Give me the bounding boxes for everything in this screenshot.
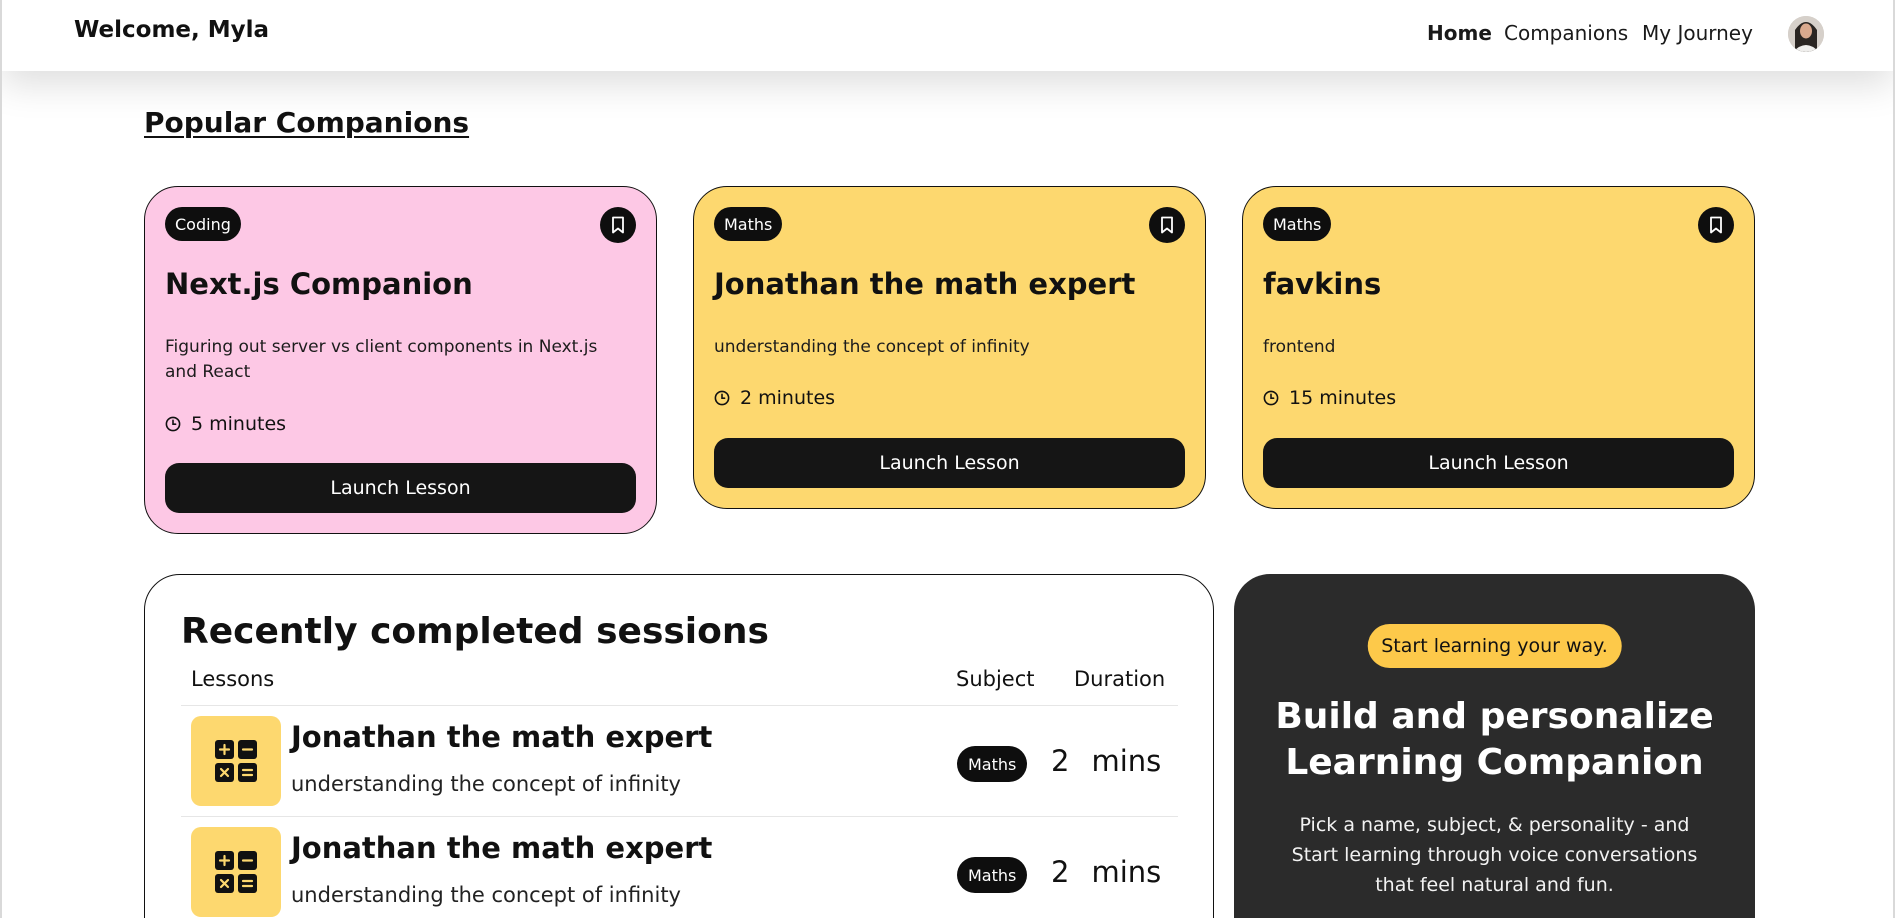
companion-duration: 5 minutes: [165, 413, 286, 435]
app-window: Welcome, Myla Home Companions My Journey…: [0, 0, 1895, 918]
companion-name: Jonathan the math expert: [714, 267, 1136, 301]
bookmark-button[interactable]: [1698, 207, 1734, 243]
companion-name: Next.js Companion: [165, 267, 473, 301]
companion-duration: 15 minutes: [1263, 387, 1396, 409]
session-duration-unit: mins: [1091, 855, 1162, 889]
session-duration-unit: mins: [1091, 744, 1162, 778]
duration-text: 5 minutes: [191, 413, 287, 435]
subject-column-header: Subject: [956, 667, 1035, 691]
avatar-photo-icon: [1788, 16, 1824, 52]
bookmark-icon: [1710, 216, 1722, 234]
cta-badge: Start learning your way.: [1367, 624, 1622, 668]
session-duration-value: 2: [1051, 855, 1070, 889]
duration-column-header: Duration: [1074, 667, 1166, 691]
companion-topic: frontend: [1263, 337, 1336, 357]
clock-icon: [1263, 390, 1279, 406]
popular-companions-title: Popular Companions: [144, 106, 470, 139]
duration-text: 15 minutes: [1289, 387, 1397, 409]
bookmark-button[interactable]: [600, 207, 636, 243]
session-topic: understanding the concept of infinity: [291, 772, 681, 796]
launch-lesson-button[interactable]: Launch Lesson: [1263, 438, 1734, 488]
session-subject-badge: Maths: [957, 857, 1028, 893]
session-subject-badge: Maths: [957, 746, 1028, 782]
user-avatar[interactable]: [1788, 16, 1824, 52]
subject-badge: Maths: [714, 207, 783, 241]
session-topic: understanding the concept of infinity: [291, 883, 681, 907]
session-duration: 2 mins: [1051, 855, 1161, 889]
companion-topic: Figuring out server vs client components…: [165, 337, 598, 382]
duration-text: 2 minutes: [740, 387, 836, 409]
cta-title-line: Build and personalize: [1275, 696, 1714, 737]
session-duration-value: 2: [1051, 744, 1070, 778]
bookmark-icon: [1161, 216, 1173, 234]
companion-card: Maths favkins frontend 15 minutes Launch…: [1242, 186, 1755, 509]
session-row[interactable]: Jonathan the math expert understanding t…: [181, 817, 1178, 918]
nav-companions-link[interactable]: Companions: [1504, 21, 1628, 45]
welcome-greeting: Welcome, Myla: [74, 17, 270, 43]
calculator-icon: [191, 716, 281, 806]
clock-icon: [714, 390, 730, 406]
recent-sessions-panel: Recently completed sessions Lessons Subj…: [144, 574, 1214, 918]
calculator-icon: [191, 827, 281, 917]
session-companion-name: Jonathan the math expert: [291, 831, 713, 865]
session-companion-name: Jonathan the math expert: [291, 720, 713, 754]
clock-icon: [165, 416, 181, 432]
cta-title: Build and personalize Learning Companion: [1234, 694, 1755, 786]
companion-duration: 2 minutes: [714, 387, 835, 409]
cta-title-line: Learning Companion: [1285, 742, 1704, 783]
companion-topic: understanding the concept of infinity: [714, 337, 1030, 357]
bookmark-button[interactable]: [1149, 207, 1185, 243]
lessons-column-header: Lessons: [191, 667, 275, 691]
cta-description: Pick a name, subject, & personality - an…: [1291, 814, 1698, 896]
subject-badge: Coding: [165, 207, 241, 241]
launch-lesson-button[interactable]: Launch Lesson: [714, 438, 1185, 488]
navbar: Welcome, Myla Home Companions My Journey: [2, 0, 1893, 71]
build-companion-cta: Start learning your way. Build and perso…: [1234, 574, 1755, 918]
nav-my-journey-link[interactable]: My Journey: [1642, 21, 1753, 45]
companion-card: Coding Next.js Companion Figuring out se…: [144, 186, 657, 534]
recent-sessions-title: Recently completed sessions: [181, 611, 769, 652]
bookmark-icon: [612, 216, 624, 234]
session-row[interactable]: Jonathan the math expert understanding t…: [181, 706, 1178, 817]
launch-lesson-button[interactable]: Launch Lesson: [165, 463, 636, 513]
subject-badge: Maths: [1263, 207, 1332, 241]
companion-card: Maths Jonathan the math expert understan…: [693, 186, 1206, 509]
session-duration: 2 mins: [1051, 744, 1161, 778]
companion-name: favkins: [1263, 267, 1382, 301]
nav-home-link[interactable]: Home: [1427, 21, 1492, 45]
